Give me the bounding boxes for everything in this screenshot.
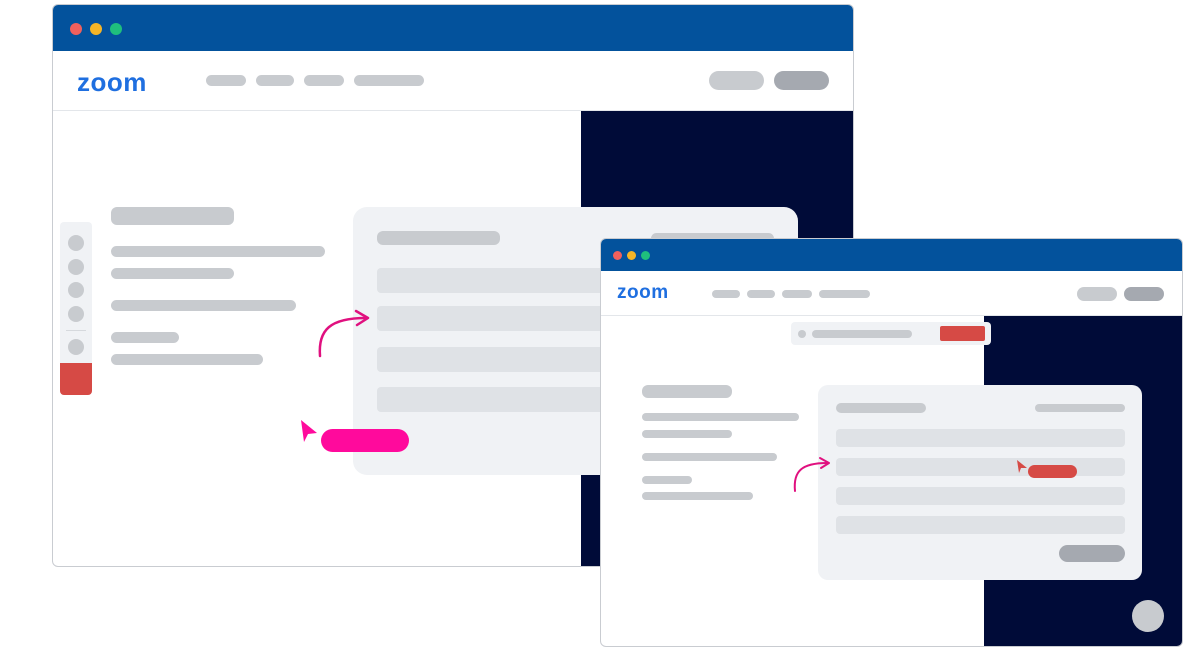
front-window-annotations (793, 457, 1027, 492)
cursor-arrow-icon (1017, 460, 1027, 473)
illustration-stage: zoom zoom (0, 0, 1204, 652)
